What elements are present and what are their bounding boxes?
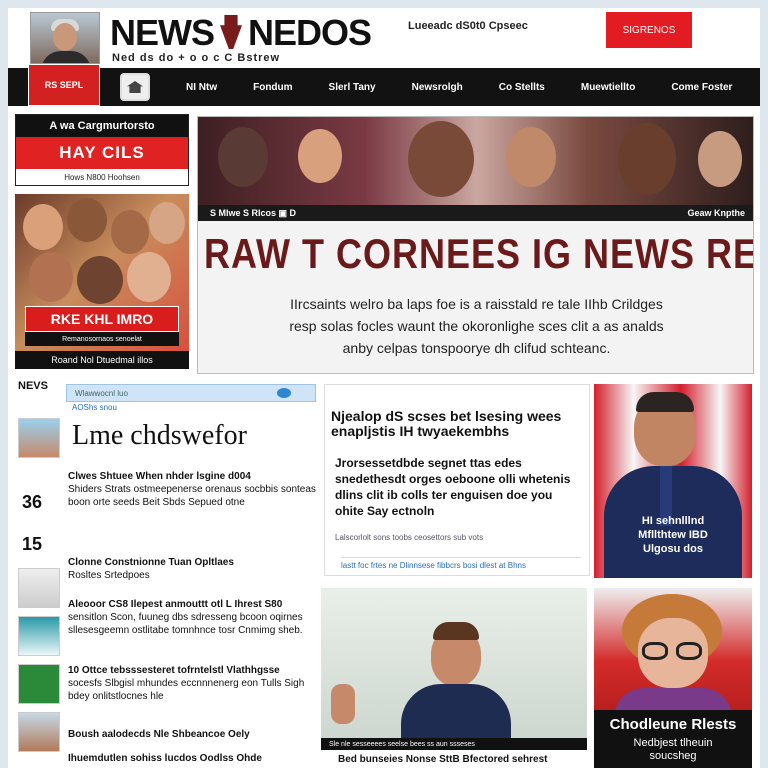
feed-tag[interactable]: AOShs snou	[72, 403, 117, 412]
story-card-link[interactable]: lastt foc frtes ne Dlinnsese fibbcrs bos…	[341, 557, 581, 573]
child-caption[interactable]: Chodleune Rlests Nedbjest tlheuin soucshe…	[594, 710, 752, 768]
promo-title: A wa Cargmurtorsto	[16, 115, 188, 137]
site-header: NEWS NEDOS Ned ds do + o o c C Bstrew Lue…	[8, 8, 760, 68]
story-card-headline[interactable]: Njealop dS scses bet lsesing wees enaplj…	[331, 409, 585, 439]
kids-photo-panel[interactable]: RKE KHL IMRO Remanosornaos senoelat Roan…	[15, 194, 189, 369]
kids-subtitle: Remanosornaos senoelat	[25, 332, 179, 346]
feed-thumb[interactable]	[18, 418, 60, 458]
main-nav: NI Ntw Fondum Slerl Tany Newsrolgh Co St…	[8, 68, 760, 106]
promo-label: HAY CILS	[16, 137, 188, 169]
site-tagline: Ned ds do + o o c C Bstrew	[112, 52, 281, 64]
kids-banner: RKE KHL IMRO	[25, 306, 179, 332]
feed-label: NEVS	[18, 380, 48, 392]
bottom-headline[interactable]: Bed bunseies Nonse SttB Bfectored sehres…	[338, 754, 548, 765]
story-card[interactable]: Njealop dS scses bet lsesing wees enaplj…	[324, 384, 590, 576]
nav-item-1[interactable]: NI Ntw	[186, 82, 217, 93]
ticker-left: S Mlwe S Rlcos ▣ D	[210, 207, 297, 218]
hero-story[interactable]: S Mlwe S Rlcos ▣ D Geaw Knpthe RAW T COR…	[197, 116, 754, 374]
hero-summary: IIrcsaints welro ba laps foe is a raisst…	[289, 296, 664, 356]
politician-photo[interactable]	[321, 588, 587, 738]
brand-emblem-icon	[220, 15, 242, 49]
story-card-meta: Lalscorlolt sons toobs ceosettors sub vo…	[335, 533, 484, 542]
site-logo[interactable]: NEWS NEDOS	[110, 12, 372, 54]
feed-search-bar[interactable]: Wlawwocnl luo	[66, 384, 316, 402]
feed-thumb[interactable]	[18, 616, 60, 656]
live-badge[interactable]: RS SEPL	[28, 64, 100, 106]
nav-item-4[interactable]: Newsrolgh	[412, 82, 463, 93]
story-card-body: Jrorsessetdbde segnet ttas edes snedethe…	[335, 456, 571, 518]
list-item[interactable]: 10 Ottce tebsssesteret tofrntelstl Vlath…	[68, 664, 318, 703]
feed-headline[interactable]: Lme chdswefor	[72, 420, 247, 452]
subscribe-button[interactable]: SIGRENOS	[606, 12, 692, 48]
home-icon[interactable]	[120, 73, 150, 101]
news-page: NEWS NEDOS Ned ds do + o o c C Bstrew Lue…	[8, 8, 760, 768]
list-item[interactable]: Aleooor CS8 Ilepest anmouttt otl L Ihres…	[68, 598, 318, 637]
nav-item-2[interactable]: Fondum	[253, 82, 292, 93]
promo-subtitle: Hows N800 Hoohsen	[64, 172, 140, 182]
feed-thumb[interactable]	[18, 664, 60, 704]
anchor-photo	[30, 12, 100, 64]
hero-ticker: S Mlwe S Rlcos ▣ D Geaw Knpthe	[198, 205, 753, 221]
hero-photo	[198, 117, 753, 205]
search-icon[interactable]	[277, 388, 291, 398]
ticker-right: Geaw Knpthe	[687, 208, 745, 218]
promo-box[interactable]: A wa Cargmurtorsto HAY CILS Hows N800 Ho…	[15, 114, 189, 186]
kids-caption: Roand Nol Dtuedmal illos	[15, 351, 189, 369]
feed-thumb[interactable]	[18, 568, 60, 608]
nav-item-7[interactable]: Come Foster	[671, 82, 732, 93]
photo-caption: Sle nle sesseeees seelse bees ss aun sss…	[321, 738, 587, 750]
nav-item-5[interactable]: Co Stellts	[499, 82, 545, 93]
list-item[interactable]: Ihuemdutlen sohiss lucdos Oodlss Ohde	[68, 752, 318, 765]
list-item[interactable]: Boush aalodecds Nle Shbeancoe Oely	[68, 728, 318, 741]
feed-number: 15	[22, 534, 43, 554]
feed-thumb[interactable]	[18, 712, 60, 752]
official-caption: HI sehnlllnd Mfllthtew IBD Ulgosu dos	[638, 515, 708, 555]
feed-number: 36	[22, 492, 43, 512]
hero-headline[interactable]: RAW T CORNEES IG NEWS RELIRSE	[204, 230, 753, 278]
list-item[interactable]: Clonne Constnionne Tuan Opltlaes Rosltes …	[68, 556, 318, 582]
list-item[interactable]: Clwes Shtuee When nhder lsgine d004 Shide…	[68, 470, 318, 509]
header-info-text: Lueeadc dS0t0 Cpseec	[408, 20, 528, 32]
nav-item-6[interactable]: Muewtiellto	[581, 82, 635, 93]
child-photo[interactable]	[594, 588, 752, 710]
nav-item-3[interactable]: Slerl Tany	[329, 82, 376, 93]
